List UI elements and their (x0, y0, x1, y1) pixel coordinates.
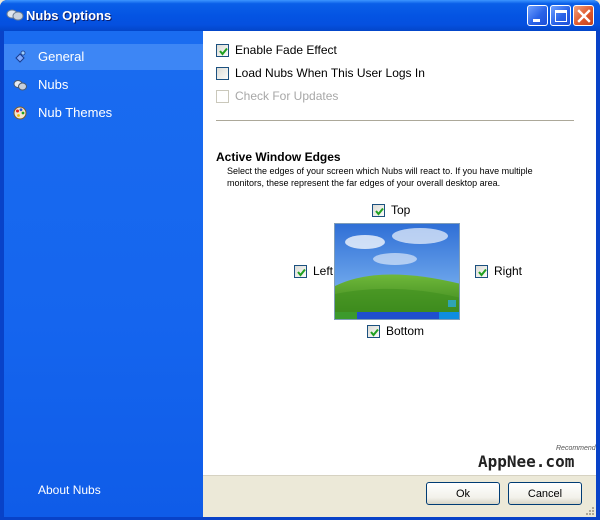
edge-top-checkbox[interactable] (372, 204, 385, 217)
dialog-footer: Ok Cancel (203, 475, 596, 517)
window-title: Nubs Options (26, 8, 112, 23)
section-description: Select the edges of your screen which Nu… (227, 166, 533, 188)
close-icon (577, 9, 591, 23)
edge-top-label: Top (391, 203, 411, 217)
title-bar[interactable]: Nubs Options (0, 0, 600, 31)
edge-left-checkbox[interactable] (294, 265, 307, 278)
general-panel: Enable Fade Effect Load Nubs When This U… (203, 31, 596, 475)
checkmark-icon (297, 268, 306, 277)
cancel-button[interactable]: Cancel (508, 482, 582, 505)
load-on-login-checkbox[interactable] (216, 67, 229, 80)
app-icon (6, 9, 24, 21)
watermark-text: AppNee.com (478, 452, 575, 471)
edge-right-label: Right (494, 264, 523, 278)
check-for-updates-label: Check For Updates (235, 89, 339, 103)
enable-fade-effect-label: Enable Fade Effect (235, 43, 337, 57)
load-on-login-label: Load Nubs When This User Logs In (235, 66, 425, 80)
edge-bottom-label: Bottom (386, 324, 425, 338)
checkmark-icon (478, 268, 487, 277)
enable-fade-effect-checkbox[interactable] (216, 44, 229, 57)
separator (216, 120, 574, 122)
checkmark-icon (219, 47, 228, 56)
check-for-updates-checkbox (216, 90, 229, 103)
desktop-wallpaper-image (335, 224, 459, 319)
section-title: Active Window Edges (216, 150, 341, 164)
watermark: Recommend AppNee.com (478, 445, 596, 476)
sidebar-item-label: Nub Themes (38, 105, 113, 120)
close-button[interactable] (573, 5, 594, 26)
maximize-icon (555, 10, 567, 22)
sidebar: General Nubs Nub Themes About Nubs (4, 31, 203, 517)
maximize-button[interactable] (550, 5, 571, 26)
minimize-icon (533, 19, 540, 22)
edge-left-label: Left (313, 264, 334, 278)
sidebar-item-nub-themes[interactable]: Nub Themes (4, 100, 203, 126)
sidebar-item-general[interactable]: General (4, 44, 203, 70)
dialog-client: General Nubs Nub Themes About Nubs Enabl… (4, 31, 596, 517)
checkmark-icon (370, 328, 379, 337)
sidebar-item-label: General (38, 49, 85, 64)
resize-grip-icon[interactable] (584, 505, 594, 515)
paint-bucket-icon (15, 50, 26, 63)
sidebar-item-nubs[interactable]: Nubs (4, 72, 203, 98)
sidebar-item-label: Nubs (38, 77, 69, 92)
minimize-button[interactable] (527, 5, 548, 26)
edge-right-checkbox[interactable] (475, 265, 488, 278)
about-nubs-link[interactable]: About Nubs (38, 483, 101, 497)
edge-bottom-checkbox[interactable] (367, 325, 380, 338)
nub-icon (13, 80, 27, 91)
desktop-preview (334, 223, 460, 320)
checkmark-icon (375, 207, 384, 216)
palette-icon (13, 106, 27, 120)
nubs-options-window: Nubs Options General Nubs Nub Themes Abo… (0, 0, 600, 520)
ok-button[interactable]: Ok (426, 482, 500, 505)
watermark-small-text: Recommend (556, 445, 596, 452)
